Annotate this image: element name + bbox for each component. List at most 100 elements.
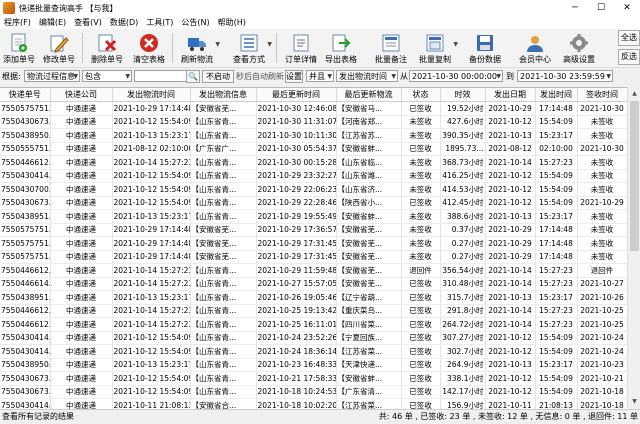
settings-button[interactable]: 设置 (285, 70, 303, 83)
table-row[interactable]: 7550430414...中通速递2021-10-11 21:08:13【安徽省… (0, 398, 627, 409)
column-header[interactable]: 最后更新时间 (256, 88, 337, 102)
floppy-disk-icon (474, 33, 496, 53)
table-cell: 2021-10-29 17:14:48 (112, 250, 191, 264)
table-cell: 15:54:09 (535, 182, 578, 197)
table-row[interactable]: 7550430673...中通速递2021-10-12 15:54:09【山东省… (0, 196, 627, 210)
clear-table-button[interactable]: 清空表格 (133, 31, 165, 65)
maximize-button[interactable]: ☐ (588, 0, 614, 16)
column-header[interactable]: 状态 (401, 88, 441, 102)
table-row[interactable]: 7550555751...中通速递2021-08-12 02:10:00【广东省… (0, 142, 627, 156)
menu-view[interactable]: 查看(V) (70, 17, 106, 28)
table-row[interactable]: 7550438950...中通速递2021-10-13 15:23:17【山东省… (0, 128, 627, 143)
table-row[interactable]: 7550575751...中通速递2021-10-29 17:14:48【安徽省… (0, 101, 627, 116)
table-cell: 【山东省青... (190, 169, 257, 183)
filter-operator-select[interactable]: 包含 ▼ (82, 70, 132, 82)
table-body: 7550575751... 中通速递 2021-10-29 17:14:48 【安徽省… (0, 101, 627, 409)
table-cell: 2021-10-13 (485, 290, 536, 305)
refresh-logistics-button[interactable]: 刷新物流 ▼ (180, 31, 220, 65)
invert-selection-button[interactable]: 反选 (618, 49, 640, 65)
table-cell: 15:23:17 (535, 128, 578, 143)
logic-select[interactable]: 并且 ▼ (306, 70, 334, 82)
filter-field-select[interactable]: 物流过程信息 ▼ (24, 70, 80, 82)
table-cell: 未签收 (577, 155, 627, 170)
table-row[interactable]: 7550430673...中通速递2021-10-12 15:54:09【山东省… (0, 115, 627, 129)
table-row[interactable]: 7550430673...中通速递2021-10-12 15:54:09【山东省… (0, 385, 627, 399)
to-label: 到 (506, 72, 514, 81)
export-table-button[interactable]: 导出表格 (324, 31, 358, 65)
table-cell: 412.45小时 (440, 196, 486, 210)
no-start-select[interactable]: 不启动 (202, 70, 234, 83)
scroll-thumb[interactable] (630, 101, 639, 251)
date-from-input[interactable]: 2021-10-30 00:00:00 ▼ (409, 70, 503, 82)
column-header[interactable]: 发出日期 (485, 88, 536, 102)
table-cell: 2021-10-13 15:23:17 (112, 290, 191, 305)
member-user-icon (524, 33, 546, 53)
column-header[interactable]: 快递单号 (0, 88, 51, 102)
table-row[interactable]: 7550438950...中通速递2021-10-13 15:23:17【山东省… (0, 358, 627, 372)
select-all-button[interactable]: 全选 (618, 30, 640, 46)
table-row[interactable]: 7550430673...中通速递2021-10-12 15:54:09【山东省… (0, 371, 627, 386)
table-cell: 【河南省郑... (336, 115, 402, 129)
menu-data[interactable]: 数据(D) (106, 17, 142, 28)
column-header[interactable]: 发出物流信息 (190, 88, 257, 102)
table-cell: 2021-08-12 02:10:00 (112, 142, 191, 156)
backup-data-button[interactable]: 备份数据 (468, 31, 502, 65)
table-row[interactable]: 7550438951...中通速递2021-10-13 15:23:17【山东省… (0, 209, 627, 224)
table-cell: 【安徽省蚌... (336, 142, 402, 156)
table-row[interactable]: 7550430414...中通速递2021-10-12 15:54:09【山东省… (0, 169, 627, 183)
table-cell: 中通速递 (50, 358, 113, 372)
order-detail-button[interactable]: 订单详情 (284, 31, 318, 65)
table-row[interactable]: 7550575751...中通速递2021-10-29 17:14:48【安徽省… (0, 223, 627, 237)
scroll-up-icon[interactable]: ▲ (628, 87, 640, 100)
menu-edit[interactable]: 编辑(E) (35, 17, 70, 28)
table-cell: 已签收 (401, 101, 441, 116)
add-number-button[interactable]: 添加单号 (3, 31, 35, 65)
table-cell: 302.7小时 (440, 344, 486, 359)
table-row[interactable]: 7550446612...中通速递2021-10-14 15:27:23【山东省… (0, 263, 627, 278)
table-row[interactable]: 7550446614...中通速递2021-10-14 15:27:23【山东省… (0, 277, 627, 291)
batch-copy-button[interactable]: 批量复制 ▼ (418, 31, 458, 65)
edit-number-button[interactable]: 修改单号 (43, 31, 75, 65)
filter-value-input[interactable] (134, 70, 192, 82)
search-button[interactable]: 🔍 (186, 70, 200, 83)
table-row[interactable]: 7550575751...中通速递2021-10-29 17:14:48【安徽省… (0, 250, 627, 264)
table-cell: 【陕西省小... (336, 196, 402, 210)
table-row[interactable]: 7550430414...中通速递2021-10-12 15:54:09【山东省… (0, 331, 627, 345)
member-center-button[interactable]: 会员中心 (518, 31, 552, 65)
menu-notice[interactable]: 公告(N) (177, 17, 213, 28)
date-to-input[interactable]: 2021-10-30 23:59:59 ▼ (517, 70, 613, 82)
column-header[interactable]: 时效 (440, 88, 486, 102)
table-cell: 【山东省青... (190, 385, 257, 399)
vertical-scrollbar[interactable]: ▲ ▼ (627, 87, 640, 408)
table-cell: 中通速递 (50, 371, 113, 386)
column-header[interactable]: 发出物流时间 (112, 88, 191, 102)
menu-program[interactable]: 程序(F) (0, 17, 35, 28)
column-header[interactable]: 最后更新物流 (336, 88, 402, 102)
date-field-select[interactable]: 发出物流时间 ▼ (336, 70, 398, 82)
menu-help[interactable]: 帮助(H) (214, 17, 250, 28)
table-row[interactable]: 7550446612...中通速递2021-10-14 15:27:23【山东省… (0, 155, 627, 170)
table-cell: 15:54:09 (535, 331, 578, 345)
table-cell: 310.48小时 (440, 277, 486, 291)
view-mode-button[interactable]: 查看方式 ▼ (232, 31, 272, 65)
scroll-down-icon[interactable]: ▼ (628, 395, 640, 408)
close-window-button[interactable]: ✕ (614, 0, 640, 16)
table-cell: 【宁夏回族... (336, 331, 402, 345)
minimize-button[interactable]: ─ (562, 0, 588, 16)
menu-tools[interactable]: 工具(T) (142, 17, 177, 28)
column-header[interactable]: 快递公司 (50, 88, 113, 102)
table-cell: 【江苏省菜... (336, 398, 402, 409)
delete-number-button[interactable]: 删除单号 (91, 31, 123, 65)
table-row[interactable]: 7550575751...中通速递2021-10-29 17:14:48【安徽省… (0, 236, 627, 251)
table-cell: 7550575751... (0, 223, 51, 237)
column-header[interactable]: 发出时间 (535, 88, 578, 102)
table-row[interactable]: 7550430700...中通速递2021-10-12 15:54:09【山东省… (0, 182, 627, 197)
batch-note-button[interactable]: 批量备注 (374, 31, 408, 65)
column-header[interactable]: 签收时间 (577, 88, 627, 102)
table-row[interactable]: 7550438951...中通速递2021-10-13 15:23:17【山东省… (0, 290, 627, 305)
table-row[interactable]: 7550446612...中通速递2021-10-14 15:27:23【山东省… (0, 317, 627, 332)
advanced-settings-button[interactable]: 高级设置 (562, 31, 596, 65)
table-cell: 15:54:09 (535, 115, 578, 129)
table-row[interactable]: 7550446612...中通速递2021-10-14 15:27:23【山东省… (0, 304, 627, 318)
table-row[interactable]: 7550430414...中通速递2021-10-12 15:54:09【山东省… (0, 344, 627, 359)
